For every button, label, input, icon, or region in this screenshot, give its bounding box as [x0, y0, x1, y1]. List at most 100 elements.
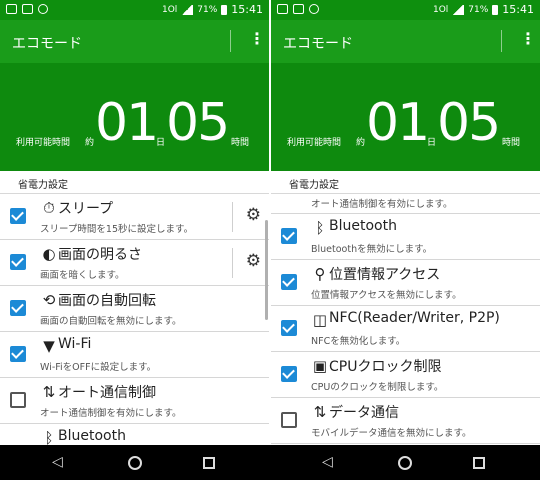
- gear-icon[interactable]: ⚙: [246, 251, 261, 271]
- signal-text: 1Ol: [161, 4, 178, 15]
- list-item-sleep[interactable]: ⏱ スリープ スリープ時間を15秒に設定します。 ⚙: [0, 194, 269, 240]
- item-title: 位置情報アクセス: [329, 267, 441, 283]
- app-bar: エコモード ⋮: [0, 20, 269, 63]
- recent-apps-icon[interactable]: [203, 457, 215, 469]
- item-title: 画面の明るさ: [58, 247, 142, 263]
- more-options-icon[interactable]: ⋮: [249, 31, 265, 47]
- location-icon: ⚲: [314, 265, 326, 283]
- list-item-brightness[interactable]: ◐ 画面の明るさ 画面を暗くします。 ⚙: [0, 240, 269, 286]
- home-icon[interactable]: [128, 456, 142, 470]
- app-bar-divider: [230, 30, 231, 52]
- item-title: スリープ: [58, 201, 114, 217]
- item-description: オート通信制御を有効にします。: [40, 408, 182, 419]
- auto-sync-icon: ⇅: [42, 383, 56, 401]
- list-item-auto-sync[interactable]: ⇅ オート通信制御 オート通信制御を有効にします。: [0, 378, 269, 424]
- clock: 15:41: [231, 3, 263, 16]
- brightness-icon: ◐: [42, 245, 56, 263]
- list-item-location[interactable]: ⚲ 位置情報アクセス 位置情報アクセスを無効にします。: [271, 260, 540, 306]
- item-description: 画面を暗くします。: [40, 270, 125, 281]
- item-title: オート通信制御: [58, 385, 156, 401]
- location-checkbox[interactable]: [281, 274, 297, 290]
- data-icon: ⇅: [313, 403, 327, 421]
- bluetooth-icon: ᛒ: [44, 429, 54, 445]
- section-header: 省電力設定: [271, 171, 540, 194]
- timer-icon: ⏱: [43, 199, 55, 217]
- section-label: 省電力設定: [289, 180, 339, 191]
- bluetooth-checkbox[interactable]: [281, 228, 297, 244]
- days-value: 01: [95, 93, 159, 153]
- usable-time-label: 利用可能時間: [287, 138, 342, 148]
- recent-apps-icon[interactable]: [473, 457, 485, 469]
- item-description: 位置情報アクセスを無効にします。: [311, 290, 462, 301]
- list-item-mobile-data[interactable]: ⇅ データ通信 モバイルデータ通信を無効にします。: [271, 398, 540, 444]
- mobile-data-checkbox[interactable]: [281, 412, 297, 428]
- item-description: Bluetoothを無効にします。: [311, 244, 433, 255]
- wifi-icon: ▼: [43, 337, 55, 355]
- brightness-checkbox[interactable]: [10, 254, 26, 270]
- home-icon[interactable]: [398, 456, 412, 470]
- auto-rotate-checkbox[interactable]: [10, 300, 26, 316]
- image-notification-icon: [277, 4, 288, 14]
- left-screen: 1Ol 71% 15:41 エコモード ⋮ 利用可能時間 約 01 日 05 時…: [0, 0, 269, 445]
- battery-icon: [492, 4, 499, 15]
- item-title: Bluetooth: [58, 428, 126, 444]
- screen-notification-icon: [293, 4, 304, 14]
- app-title: エコモード: [12, 36, 82, 52]
- item-description: CPUのクロックを制限します。: [311, 382, 444, 393]
- page: 1Ol 71% 15:41 エコモード ⋮ 利用可能時間 約 01 日 05 時…: [0, 0, 540, 480]
- list-item-auto-sync-partial[interactable]: オート通信制御を有効にします。: [271, 194, 540, 214]
- section-header: 省電力設定: [0, 171, 269, 194]
- item-description: NFCを無効化します。: [311, 336, 406, 347]
- section-label: 省電力設定: [18, 180, 68, 191]
- cpu-limit-checkbox[interactable]: [281, 366, 297, 382]
- settings-list: オート通信制御を有効にします。 ᛒ Bluetooth Bluetoothを無効…: [271, 194, 540, 445]
- item-title: Wi-Fi: [58, 336, 92, 352]
- list-item-bluetooth[interactable]: ᛒ Bluetooth: [0, 424, 269, 445]
- approx-label: 約: [85, 138, 95, 148]
- item-title: 画面の自動回転: [58, 293, 156, 309]
- days-value: 01: [366, 93, 430, 153]
- image-notification-icon: [6, 4, 17, 14]
- item-title: CPUクロック制限: [329, 359, 442, 375]
- auto-sync-checkbox[interactable]: [10, 392, 26, 408]
- sleep-checkbox[interactable]: [10, 208, 26, 224]
- sync-notification-icon: [309, 4, 319, 14]
- day-unit-label: 日: [156, 138, 166, 148]
- status-bar: 1Ol 71% 15:41: [271, 0, 540, 20]
- signal-text: 1Ol: [432, 4, 449, 15]
- rotate-icon: ⟲: [42, 291, 56, 309]
- day-unit-label: 日: [427, 138, 437, 148]
- list-item-cpu-limit[interactable]: ▣ CPUクロック制限 CPUのクロックを制限します。: [271, 352, 540, 398]
- battery-text: 71%: [197, 4, 218, 15]
- screen-notification-icon: [22, 4, 33, 14]
- item-description: オート通信制御を有効にします。: [311, 199, 453, 210]
- item-divider: [232, 248, 233, 278]
- signal-icon: [181, 4, 194, 15]
- hours-value: 05: [166, 93, 230, 153]
- item-description: Wi-FiをOFFに設定します。: [40, 362, 157, 373]
- list-item-wifi[interactable]: ▼ Wi-Fi Wi-FiをOFFに設定します。: [0, 332, 269, 378]
- nfc-checkbox[interactable]: [281, 320, 297, 336]
- more-options-icon[interactable]: ⋮: [520, 31, 536, 47]
- list-item-bluetooth[interactable]: ᛒ Bluetooth Bluetoothを無効にします。: [271, 214, 540, 260]
- approx-label: 約: [356, 138, 366, 148]
- gear-icon[interactable]: ⚙: [246, 205, 261, 225]
- back-icon[interactable]: ◁: [322, 454, 333, 470]
- status-bar: 1Ol 71% 15:41: [0, 0, 269, 20]
- item-title: データ通信: [329, 405, 399, 421]
- signal-icon: [452, 4, 465, 15]
- settings-list: ⏱ スリープ スリープ時間を15秒に設定します。 ⚙ ◐ 画面の明るさ 画面を暗…: [0, 194, 269, 445]
- remaining-time-panel: 利用可能時間 約 01 日 05 時間: [271, 63, 540, 171]
- back-icon[interactable]: ◁: [52, 454, 63, 470]
- app-bar: エコモード ⋮: [271, 20, 540, 63]
- list-item-auto-rotate[interactable]: ⟲ 画面の自動回転 画面の自動回転を無効にします。: [0, 286, 269, 332]
- nav-right: ◁: [270, 445, 540, 480]
- item-description: 画面の自動回転を無効にします。: [40, 316, 182, 327]
- app-bar-divider: [501, 30, 502, 52]
- item-title: NFC(Reader/Writer, P2P): [329, 310, 500, 326]
- remaining-time-panel: 利用可能時間 約 01 日 05 時間: [0, 63, 269, 171]
- wifi-checkbox[interactable]: [10, 346, 26, 362]
- hours-value: 05: [437, 93, 501, 153]
- scrollbar[interactable]: [265, 220, 268, 320]
- list-item-nfc[interactable]: ◫ NFC(Reader/Writer, P2P) NFCを無効化します。: [271, 306, 540, 352]
